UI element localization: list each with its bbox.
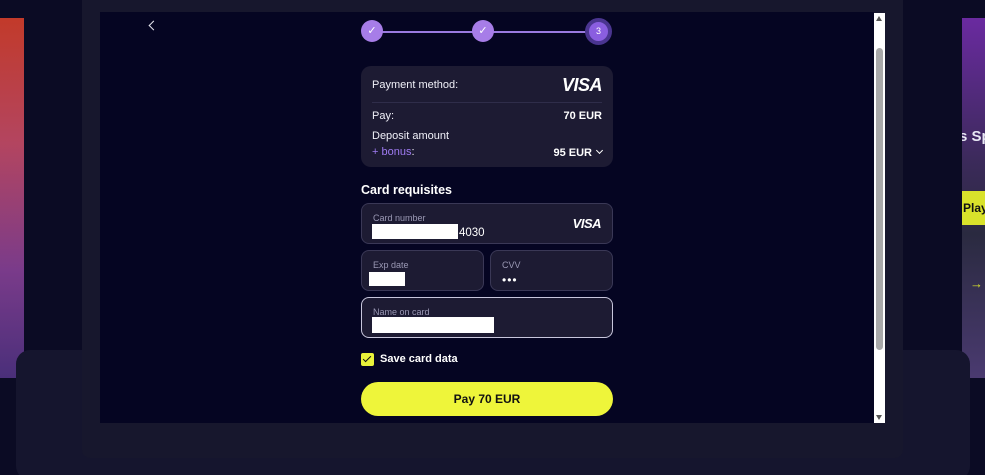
cvv-label: CVV	[502, 260, 521, 270]
card-number-label: Card number	[373, 213, 426, 223]
deposit-amount-dropdown[interactable]: 95 EUR	[553, 146, 604, 159]
scroll-up-arrow-icon[interactable]	[876, 16, 882, 21]
background-play-button[interactable]: Play	[962, 191, 985, 225]
cvv-field[interactable]: CVV •••	[490, 250, 613, 291]
deposit-amount-value: 95 EUR	[553, 147, 592, 159]
card-number-redacted	[372, 224, 458, 239]
name-on-card-field[interactable]: Name on card	[361, 297, 613, 338]
background-banner-left	[0, 18, 24, 378]
summary-divider	[372, 102, 602, 103]
arrow-right-icon[interactable]: →	[970, 276, 983, 291]
name-on-card-redacted	[372, 317, 494, 333]
card-requisites-title: Card requisites	[361, 183, 453, 197]
save-card-checkbox[interactable]	[361, 353, 374, 366]
exp-date-field[interactable]: Exp date	[361, 250, 484, 291]
step-3-current: 3	[585, 18, 612, 45]
payment-method-label: Payment method:	[372, 79, 459, 91]
payment-summary-card: Payment method: VISA Pay: 70 EUR Deposit…	[361, 66, 613, 167]
stepper-connector-2	[492, 31, 589, 33]
save-card-label[interactable]: Save card data	[380, 353, 458, 365]
bonus-text: + bonus	[372, 146, 412, 158]
bonus-colon: :	[411, 146, 415, 158]
background-banner-right: s Sp Play →	[962, 18, 985, 378]
pay-label: Pay:	[372, 110, 395, 122]
scroll-down-arrow-icon[interactable]	[876, 415, 882, 420]
card-number-last-digits: 4030	[459, 227, 485, 239]
scrollbar[interactable]	[874, 13, 885, 423]
visa-card-icon: VISA	[572, 216, 602, 231]
step-1-complete: ✓	[361, 20, 383, 42]
stepper-connector-1	[380, 31, 475, 33]
back-arrow-icon[interactable]	[147, 18, 159, 34]
exp-date-redacted	[369, 272, 405, 286]
visa-logo-icon: VISA	[561, 75, 603, 95]
card-number-field[interactable]: Card number 4030 VISA	[361, 203, 613, 244]
scrollbar-thumb[interactable]	[876, 48, 883, 350]
name-on-card-label: Name on card	[373, 307, 430, 317]
chevron-down-icon	[595, 146, 604, 155]
cvv-value: •••	[502, 273, 518, 287]
background-banner-title: s Sp	[962, 128, 985, 145]
pay-button[interactable]: Pay 70 EUR	[361, 382, 613, 416]
pay-amount: 70 EUR	[563, 110, 602, 122]
deposit-amount-label: Deposit amount	[372, 130, 450, 142]
bonus-label: + bonus:	[372, 146, 415, 158]
exp-date-label: Exp date	[373, 260, 409, 270]
step-2-complete: ✓	[472, 20, 494, 42]
